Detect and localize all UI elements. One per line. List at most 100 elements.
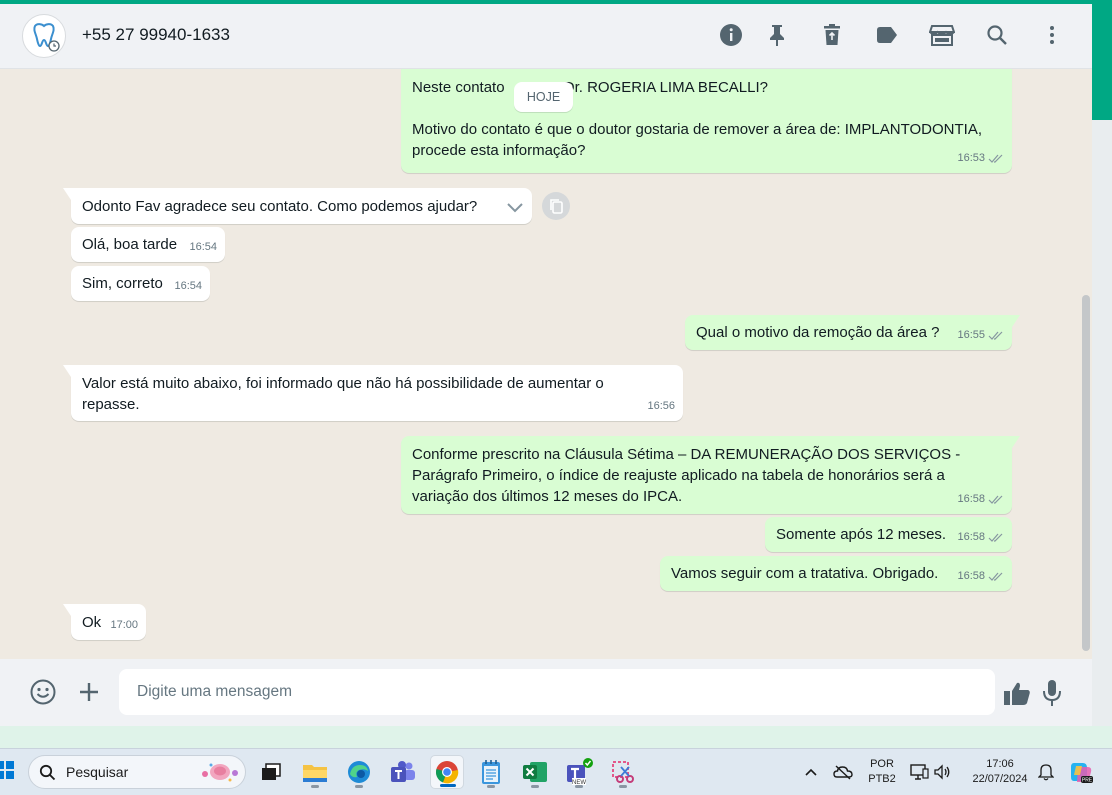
message-meta: 16:58	[957, 566, 1004, 587]
running-indicator	[575, 785, 583, 788]
copy-icon	[550, 199, 563, 214]
emoji-icon[interactable]	[28, 677, 58, 707]
copy-button[interactable]	[542, 192, 570, 220]
message-meta: 16:56	[647, 396, 675, 417]
search-icon	[39, 764, 56, 781]
message-meta: 16:54	[174, 276, 202, 297]
clock-time: 17:06	[986, 758, 1014, 770]
message-text: Neste contato	[412, 79, 509, 96]
file-explorer-icon[interactable]	[298, 755, 332, 789]
message-meta: 16:54	[189, 237, 217, 258]
bubble-tail	[1012, 436, 1020, 448]
language-code: POR	[870, 758, 894, 770]
message-time: 16:58	[957, 493, 985, 505]
message-incoming[interactable]: Sim, correto 16:54	[71, 266, 210, 301]
message-time: 16:54	[174, 280, 202, 292]
svg-text:PRE: PRE	[1082, 778, 1093, 784]
message-outgoing[interactable]: Somente após 12 meses. 16:58	[765, 517, 1012, 552]
message-input[interactable]	[119, 669, 995, 715]
message-time: 16:56	[647, 400, 675, 412]
message-outgoing[interactable]: Conforme prescrito na Cláusula Sétima – …	[401, 436, 1020, 514]
running-indicator	[487, 785, 495, 788]
menu-icon[interactable]	[1038, 21, 1066, 49]
message-incoming[interactable]: Odonto Fav agradece seu contato. Como po…	[63, 188, 532, 224]
avatar[interactable]	[22, 14, 66, 58]
message-text: Motivo do contato é que o doutor gostari…	[412, 121, 983, 159]
language-indicator[interactable]: POR PTB2	[862, 758, 902, 785]
message-time: 17:00	[110, 619, 138, 631]
cloud-offline-icon[interactable]	[830, 755, 856, 789]
running-indicator	[531, 785, 539, 788]
message-incoming[interactable]: Valor está muito abaixo, foi informado q…	[63, 365, 683, 421]
message-meta: 17:00	[110, 615, 138, 636]
info-icon[interactable]	[717, 21, 745, 49]
message-text: Dr. ROGERIA LIMA BECALLI?	[563, 79, 768, 96]
bubble-tail	[63, 188, 71, 200]
network-icon[interactable]	[906, 755, 932, 789]
date-divider: HOJE	[514, 82, 573, 112]
running-indicator	[619, 785, 627, 788]
running-indicator	[355, 785, 363, 788]
chat-scrollbar[interactable]	[1082, 295, 1090, 651]
contact-name[interactable]: +55 27 99940-1633	[82, 25, 230, 45]
clock[interactable]: 17:06 22/07/2024	[962, 758, 1038, 785]
task-view-icon[interactable]	[254, 755, 288, 789]
pin-icon[interactable]	[763, 21, 791, 49]
teams-new-icon[interactable]: NEW	[562, 755, 596, 789]
double-check-icon	[988, 154, 1003, 163]
thumbs-up-icon[interactable]	[1002, 679, 1032, 709]
delete-icon[interactable]	[818, 21, 846, 49]
notepad-icon[interactable]	[474, 755, 508, 789]
message-text: Valor está muito abaixo, foi informado q…	[82, 375, 604, 413]
chrome-icon[interactable]	[430, 755, 464, 789]
label-icon[interactable]	[873, 21, 901, 49]
desktop-background	[0, 726, 1112, 748]
double-check-icon	[988, 495, 1003, 504]
taskbar-search[interactable]: Pesquisar	[28, 755, 246, 789]
message-text: Vamos seguir com a tratativa. Obrigado.	[671, 565, 939, 582]
composer	[0, 659, 1092, 726]
edge-icon[interactable]	[342, 755, 376, 789]
teams-icon[interactable]	[386, 755, 420, 789]
double-check-icon	[988, 572, 1003, 581]
windows-taskbar: Pesquisar NEW POR PTB2 17:06 22/07/2024 …	[0, 748, 1112, 795]
message-meta: 16:53	[957, 148, 1004, 169]
message-text: Qual o motivo da remoção da área ?	[696, 324, 940, 341]
keyboard-layout: PTB2	[868, 773, 896, 785]
microphone-icon[interactable]	[1037, 678, 1067, 708]
windows-start-icon[interactable]	[0, 761, 14, 779]
search-label: Pesquisar	[66, 764, 129, 780]
excel-icon[interactable]	[518, 755, 552, 789]
running-indicator	[311, 785, 319, 788]
message-meta: 16:55	[957, 325, 1004, 346]
message-meta: 16:58	[957, 489, 1004, 510]
message-text: Odonto Fav agradece seu contato. Como po…	[82, 198, 478, 215]
snipping-tool-icon[interactable]	[606, 755, 640, 789]
chat-header: +55 27 99940-1633	[0, 4, 1092, 69]
message-time: 16:58	[957, 531, 985, 543]
message-text: Conforme prescrito na Cláusula Sétima – …	[412, 446, 961, 505]
search-icon[interactable]	[983, 21, 1011, 49]
message-outgoing[interactable]: Vamos seguir com a tratativa. Obrigado. …	[660, 556, 1012, 591]
bubble-tail	[63, 365, 71, 377]
tooth-logo-icon	[33, 23, 60, 52]
search-highlight-illustration-icon	[202, 763, 238, 782]
message-incoming[interactable]: Olá, boa tarde 16:54	[71, 227, 225, 262]
message-time: 16:54	[189, 241, 217, 253]
message-time: 16:53	[957, 152, 985, 164]
notification-bell-icon[interactable]	[1034, 755, 1058, 789]
message-incoming[interactable]: Ok 17:00	[63, 604, 146, 640]
attach-plus-icon[interactable]	[74, 677, 104, 707]
message-time: 16:55	[957, 329, 985, 341]
chevron-down-icon[interactable]	[504, 196, 526, 218]
message-meta: 16:58	[957, 527, 1004, 548]
chevron-up-icon[interactable]	[800, 755, 822, 789]
whatsapp-window: +55 27 99940-1633 Neste contato Dr. ROGE…	[0, 4, 1092, 726]
message-outgoing[interactable]: Qual o motivo da remoção da área ? 16:55	[685, 315, 1020, 350]
message-outgoing[interactable]: Neste contato Dr. ROGERIA LIMA BECALLI? …	[401, 69, 1012, 173]
copilot-icon[interactable]: PRE	[1066, 755, 1096, 789]
chat-area[interactable]: Neste contato Dr. ROGERIA LIMA BECALLI? …	[0, 69, 1092, 659]
store-icon[interactable]	[928, 21, 956, 49]
volume-icon[interactable]	[930, 755, 954, 789]
clock-date: 22/07/2024	[972, 773, 1028, 785]
